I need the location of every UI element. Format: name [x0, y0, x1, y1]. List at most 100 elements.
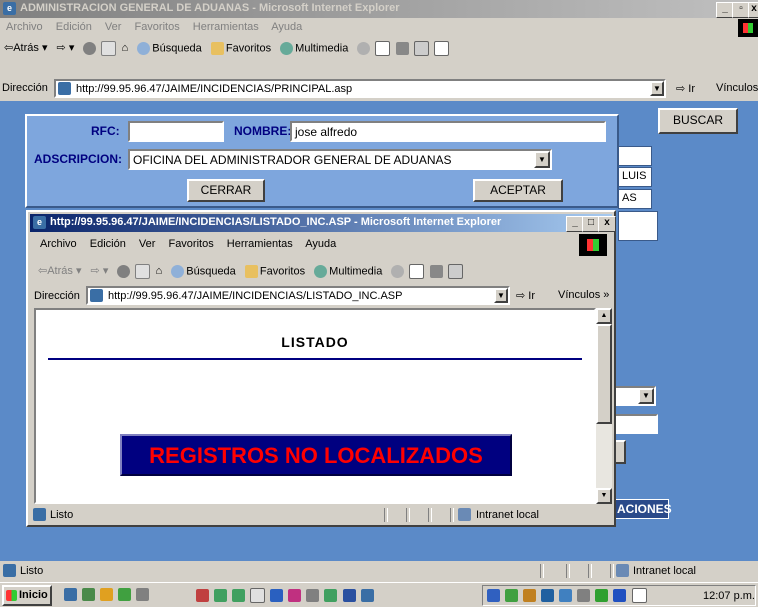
tray-icon[interactable]	[505, 589, 519, 602]
tray-icon[interactable]	[595, 589, 609, 602]
history-icon[interactable]	[357, 42, 371, 55]
popup-status-text: Listo	[50, 509, 74, 521]
bg-table-cell	[618, 146, 652, 166]
buscar-button[interactable]: BUSCAR	[658, 108, 738, 134]
forward-button[interactable]: ⇨ ▾	[91, 264, 109, 277]
menu-ver[interactable]: Ver	[105, 21, 122, 33]
refresh-icon[interactable]	[135, 264, 151, 279]
ie-icon: e	[33, 216, 46, 229]
menu-favoritos[interactable]: Favoritos	[168, 238, 213, 250]
app-icon[interactable]	[214, 589, 228, 602]
menu-edicion[interactable]: Edición	[90, 238, 126, 250]
menu-herramientas[interactable]: Herramientas	[193, 21, 259, 33]
multimedia-button[interactable]: Multimedia	[280, 42, 348, 55]
mail-icon[interactable]	[375, 41, 391, 56]
mail-icon[interactable]	[409, 264, 425, 279]
word-icon[interactable]	[342, 589, 356, 602]
app-icon[interactable]	[118, 588, 132, 601]
scroll-up-button[interactable]: ▲	[596, 308, 612, 324]
close-button[interactable]: x	[748, 2, 758, 18]
windows-logo-icon	[738, 19, 758, 37]
go-button[interactable]: ⇨ Ir	[676, 82, 695, 95]
menu-edicion[interactable]: Edición	[56, 21, 92, 33]
refresh-icon[interactable]	[101, 41, 117, 56]
home-icon[interactable]: ⌂	[156, 265, 163, 277]
menu-favoritos[interactable]: Favoritos	[134, 21, 179, 33]
ie-icon[interactable]	[360, 589, 374, 602]
tray-icon[interactable]	[559, 589, 573, 602]
print-icon[interactable]	[395, 42, 409, 55]
app-icon[interactable]	[196, 589, 209, 602]
url-dropdown-button[interactable]: ▼	[494, 288, 508, 303]
media-icon[interactable]	[100, 588, 114, 601]
menu-archivo[interactable]: Archivo	[40, 238, 77, 250]
tray-icon[interactable]	[487, 589, 500, 602]
multimedia-button[interactable]: Multimedia	[314, 265, 382, 278]
app-icon[interactable]	[232, 589, 246, 602]
scroll-thumb[interactable]	[596, 324, 612, 424]
popup-title-bar[interactable]: e http://99.95.96.47/JAIME/INCIDENCIAS/L…	[30, 214, 616, 232]
adscripcion-select[interactable]: OFICINA DEL ADMINISTRADOR GENERAL DE ADU…	[128, 149, 552, 170]
bg-field[interactable]	[614, 414, 658, 434]
go-arrow-icon: ⇨	[676, 83, 686, 95]
favorites-icon	[244, 265, 258, 278]
ie-icon[interactable]	[64, 588, 77, 601]
ie-icon: e	[3, 2, 16, 15]
bg-cell-as: AS	[618, 189, 652, 209]
app-icon[interactable]	[288, 589, 302, 602]
tray-icon[interactable]	[523, 589, 537, 602]
forward-arrow-icon: ⇨	[90, 265, 100, 278]
popup-url-field[interactable]: http://99.95.96.47/JAIME/INCIDENCIAS/LIS…	[86, 286, 510, 305]
discuss-icon[interactable]	[433, 41, 449, 56]
search-button[interactable]: Búsqueda	[171, 265, 236, 278]
stop-icon[interactable]	[83, 42, 97, 55]
links-button[interactable]: Vínculos	[716, 82, 758, 94]
menu-ayuda[interactable]: Ayuda	[305, 238, 336, 250]
outer-title-bar[interactable]: e ADMINISTRACION GENERAL DE ADUANAS - Mi…	[0, 0, 758, 18]
forward-button[interactable]: ⇨ ▾	[57, 41, 75, 54]
menu-archivo[interactable]: Archivo	[6, 21, 43, 33]
bg-select[interactable]: ▼	[614, 386, 656, 406]
home-icon[interactable]: ⌂	[122, 42, 129, 54]
favorites-button[interactable]: Favoritos	[210, 42, 271, 55]
cerrar-button[interactable]: CERRAR	[187, 179, 265, 202]
print-icon[interactable]	[429, 265, 443, 278]
favorites-button[interactable]: Favoritos	[244, 265, 305, 278]
outer-url-field[interactable]: http://99.95.96.47/JAIME/INCIDENCIAS/PRI…	[54, 79, 666, 98]
menu-ayuda[interactable]: Ayuda	[271, 21, 302, 33]
links-button[interactable]: Vínculos »	[558, 289, 609, 301]
mail-icon[interactable]	[250, 588, 266, 603]
stop-icon[interactable]	[117, 265, 131, 278]
aceptar-button[interactable]: ACEPTAR	[473, 179, 563, 202]
popup-scrollbar[interactable]: ▲ ▼	[596, 308, 612, 504]
url-dropdown-button[interactable]: ▼	[650, 81, 664, 96]
tool-icon[interactable]	[136, 588, 150, 601]
history-icon[interactable]	[391, 265, 405, 278]
app-icon[interactable]	[306, 589, 320, 602]
edit-icon[interactable]	[447, 264, 463, 279]
menu-herramientas[interactable]: Herramientas	[227, 238, 293, 250]
go-button[interactable]: ⇨ Ir	[516, 289, 535, 302]
zone-text: Intranet local	[633, 565, 696, 577]
start-button[interactable]: Inicio	[2, 585, 52, 606]
select-dropdown-button[interactable]: ▼	[534, 151, 550, 168]
nombre-field[interactable]: jose alfredo	[290, 121, 606, 142]
back-button[interactable]: ⇦Atrás ▾	[4, 41, 47, 54]
app-icon[interactable]	[324, 589, 338, 602]
edit-icon[interactable]	[413, 41, 429, 56]
nombre-label: NOMBRE:	[234, 124, 292, 138]
volume-icon[interactable]	[577, 589, 591, 602]
desktop-icon[interactable]	[82, 588, 96, 601]
search-button[interactable]: Búsqueda	[137, 42, 202, 55]
mail-icon[interactable]	[631, 588, 647, 603]
tray-icon[interactable]	[541, 589, 555, 602]
rfc-field[interactable]	[128, 121, 224, 142]
menu-ver[interactable]: Ver	[139, 238, 156, 250]
popup-close-button[interactable]: x	[598, 216, 616, 232]
scroll-down-button[interactable]: ▼	[596, 488, 612, 504]
back-button[interactable]: ⇦Atrás ▾	[38, 264, 81, 277]
app-icon[interactable]	[270, 589, 284, 602]
address-label: Dirección	[2, 82, 48, 94]
quick-launch	[64, 588, 184, 604]
tray-icon[interactable]	[613, 589, 627, 602]
